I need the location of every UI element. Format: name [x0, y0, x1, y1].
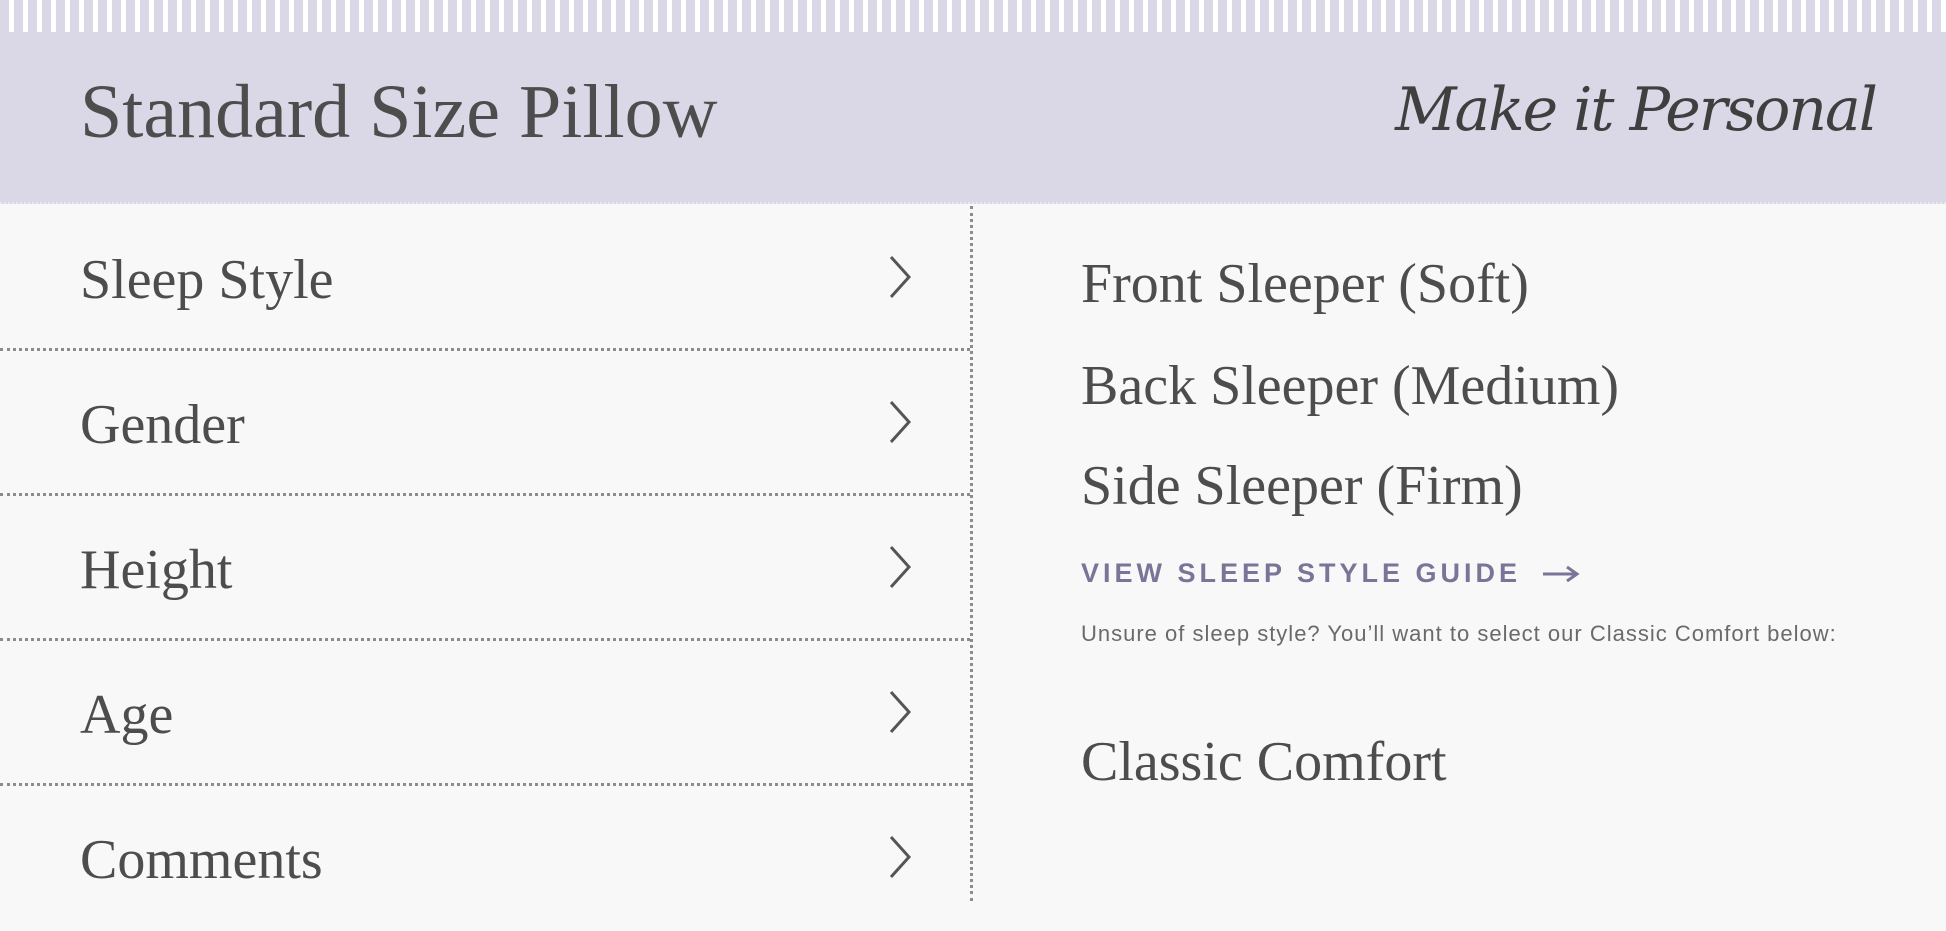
sidebar-item-label: Gender: [80, 394, 245, 456]
view-sleep-style-guide-link[interactable]: VIEW SLEEP STYLE GUIDE: [1081, 558, 1581, 589]
sidebar-item-age[interactable]: Age: [0, 641, 970, 786]
sidebar-item-label: Sleep Style: [80, 249, 334, 311]
sidebar-item-label: Comments: [80, 829, 323, 891]
sidebar-item-sleep-style[interactable]: Sleep Style: [0, 206, 970, 351]
chevron-right-icon: [889, 400, 912, 444]
vertical-divider: [970, 206, 973, 901]
hint-text: Unsure of sleep style? You’ll want to se…: [1081, 621, 1837, 646]
chevron-right-icon: [889, 255, 912, 299]
option-front-sleeper[interactable]: Front Sleeper (Soft): [1081, 256, 1529, 312]
sidebar-item-gender[interactable]: Gender: [0, 351, 970, 496]
sidebar-item-label: Height: [80, 539, 233, 601]
chevron-right-icon: [889, 545, 912, 589]
sidebar-item-comments[interactable]: Comments: [0, 786, 970, 931]
chevron-right-icon: [889, 835, 912, 879]
page-title: Standard Size Pillow: [80, 70, 718, 154]
header: Standard Size Pillow Make it Personal: [0, 32, 1946, 204]
arrow-right-icon: [1543, 565, 1580, 582]
decorative-stripe-band: [0, 0, 1946, 32]
option-back-sleeper[interactable]: Back Sleeper (Medium): [1081, 358, 1619, 414]
option-side-sleeper[interactable]: Side Sleeper (Firm): [1081, 458, 1523, 514]
option-classic-comfort[interactable]: Classic Comfort: [1081, 734, 1447, 790]
guide-link-label: VIEW SLEEP STYLE GUIDE: [1081, 558, 1522, 588]
sidebar-item-height[interactable]: Height: [0, 496, 970, 641]
sidebar-item-label: Age: [80, 684, 174, 746]
option-category-list: Sleep Style Gender Height Age Comments: [0, 206, 970, 901]
tagline-logo: Make it Personal: [1395, 75, 1878, 145]
chevron-right-icon: [889, 690, 912, 734]
